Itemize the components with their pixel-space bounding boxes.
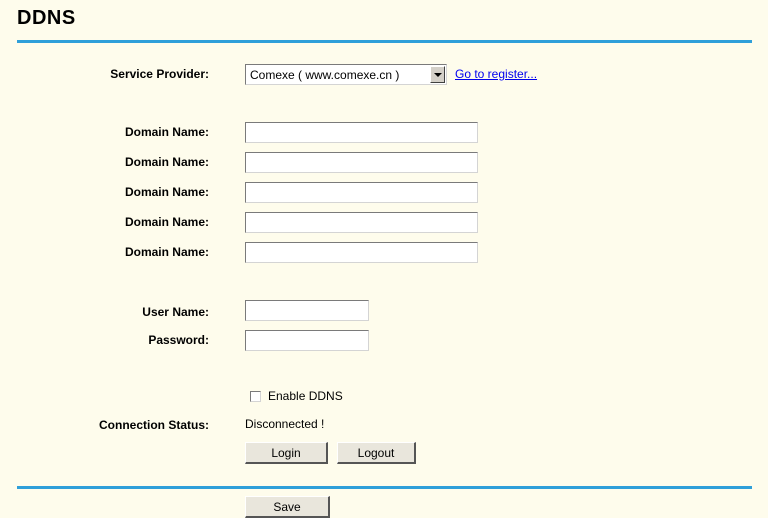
domain-name-input-1[interactable] (245, 122, 478, 143)
domain-name-label-4: Domain Name: (124, 215, 209, 229)
enable-ddns-checkbox[interactable] (250, 391, 261, 402)
logout-button[interactable]: Logout (337, 442, 416, 464)
domain-name-input-5[interactable] (245, 242, 478, 263)
domain-name-input-4[interactable] (245, 212, 478, 233)
login-button[interactable]: Login (245, 442, 328, 464)
page-title: DDNS (17, 7, 76, 29)
enable-ddns-label[interactable]: Enable DDNS (268, 389, 343, 403)
connection-status-label: Connection Status: (99, 418, 209, 432)
connection-status-value: Disconnected ! (245, 417, 325, 431)
service-provider-select[interactable]: Comexe ( www.comexe.cn ) (245, 64, 447, 85)
bottom-divider (17, 486, 752, 489)
domain-name-input-2[interactable] (245, 152, 478, 173)
user-name-label: User Name: (142, 305, 209, 319)
top-divider (17, 40, 752, 43)
register-link[interactable]: Go to register... (455, 67, 537, 81)
domain-name-label-1: Domain Name: (124, 125, 209, 139)
domain-name-label-3: Domain Name: (124, 185, 209, 199)
save-button[interactable]: Save (245, 496, 330, 518)
domain-name-label-2: Domain Name: (124, 155, 209, 169)
service-provider-label: Service Provider: (110, 67, 209, 81)
chevron-down-icon[interactable] (430, 66, 445, 83)
domain-name-input-3[interactable] (245, 182, 478, 203)
service-provider-selected-value: Comexe ( www.comexe.cn ) (250, 68, 400, 82)
password-input[interactable] (245, 330, 369, 351)
user-name-input[interactable] (245, 300, 369, 321)
password-label: Password: (148, 333, 209, 347)
domain-name-label-5: Domain Name: (124, 245, 209, 259)
